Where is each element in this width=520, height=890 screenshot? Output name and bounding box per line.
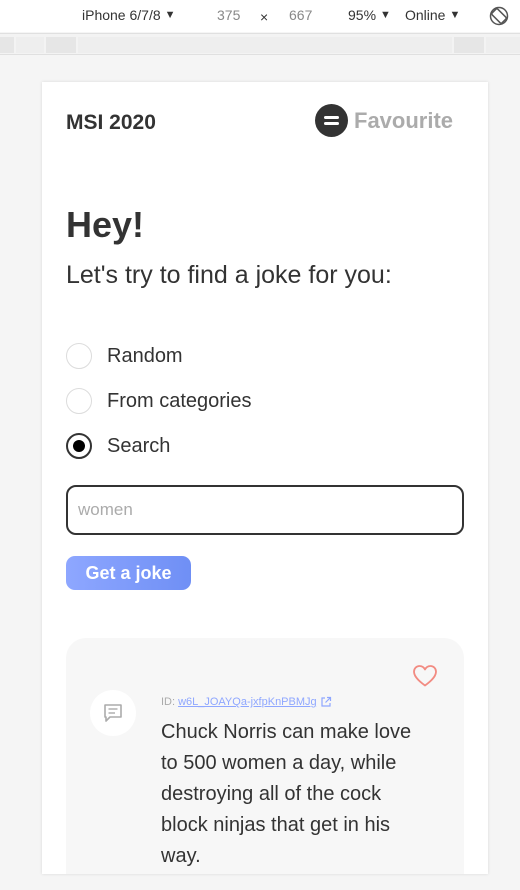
message-icon-circle [90, 690, 136, 736]
greeting-title: Hey! [66, 204, 145, 245]
favourite-button[interactable]: Favourite [315, 104, 453, 137]
get-joke-button[interactable]: Get a joke [66, 556, 191, 590]
device-select[interactable]: iPhone 6/7/8 ▼ [82, 7, 176, 23]
option-label: From categories [107, 389, 252, 412]
menu-icon [315, 104, 348, 137]
chevron-down-icon: ▼ [164, 9, 176, 21]
greeting-subtitle: Let's try to find a joke for you: [66, 261, 392, 289]
option-random[interactable]: Random [66, 343, 183, 369]
height-field[interactable]: 667 [289, 7, 312, 23]
network-select[interactable]: Online ▼ [405, 7, 460, 23]
times-icon: × [260, 9, 269, 25]
joke-id-prefix: ID: [161, 696, 176, 708]
joke-card: ID: w6L_JOAYQa-jxfpKnPBMJg Chuck Norris … [66, 638, 464, 874]
ruler-segment [78, 37, 452, 53]
option-from-categories[interactable]: From categories [66, 388, 252, 414]
devtools-toolbar: iPhone 6/7/8 ▼ 375 × 667 95% ▼ Online ▼ [0, 0, 520, 32]
radio-button[interactable] [66, 388, 92, 414]
brand-title: MSI 2020 [66, 111, 156, 134]
option-search[interactable]: Search [66, 433, 170, 459]
search-input[interactable] [66, 485, 464, 535]
rotate-icon[interactable] [488, 5, 510, 27]
chevron-down-icon: ▼ [449, 9, 461, 21]
media-query-bar [0, 33, 520, 55]
device-label: iPhone 6/7/8 [82, 7, 161, 23]
joke-id-row: ID: w6L_JOAYQa-jxfpKnPBMJg [161, 696, 332, 708]
favourite-label: Favourite [354, 107, 454, 133]
message-icon [104, 704, 122, 722]
zoom-label: 95% [348, 7, 377, 23]
ruler-segment [0, 37, 14, 53]
external-link-icon[interactable] [320, 696, 332, 708]
radio-button-checked[interactable] [66, 433, 92, 459]
ruler-segment [16, 37, 44, 53]
heart-icon[interactable] [412, 664, 438, 688]
joke-text: Chuck Norris can make love to 500 women … [161, 721, 412, 867]
ruler-segment [454, 37, 484, 53]
option-label: Random [107, 344, 183, 367]
option-label: Search [107, 434, 171, 457]
radio-button[interactable] [66, 343, 92, 369]
chevron-down-icon: ▼ [380, 9, 391, 21]
network-label: Online [405, 7, 446, 23]
zoom-select[interactable]: 95% ▼ [348, 7, 391, 23]
ruler-segment [486, 37, 520, 53]
width-field[interactable]: 375 [217, 7, 240, 23]
ruler-segment [46, 37, 76, 53]
device-viewport: MSI 2020 Favourite Hey! Let's try to fin… [42, 82, 488, 874]
joke-id-link[interactable]: w6L_JOAYQa-jxfpKnPBMJg [178, 696, 317, 708]
